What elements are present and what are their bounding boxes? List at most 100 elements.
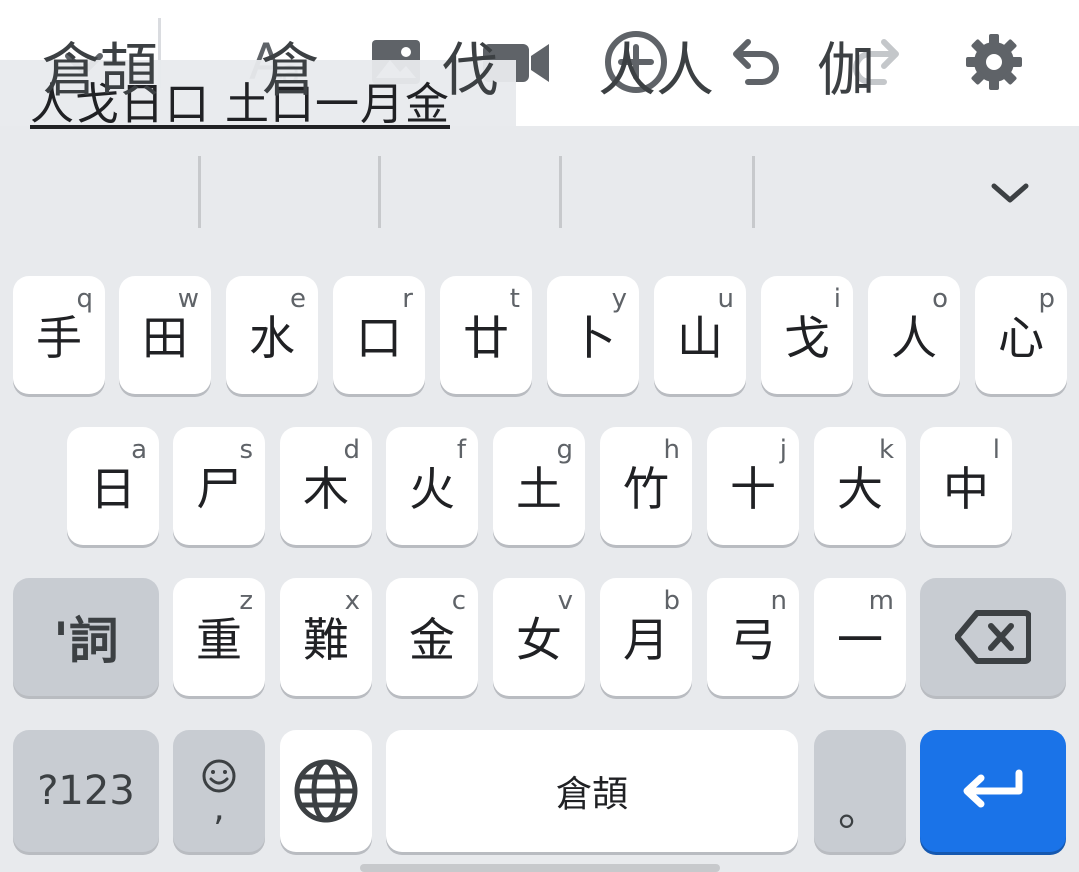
key-hint: i <box>833 284 841 314</box>
key-hint: f <box>456 435 466 465</box>
suggestion-item[interactable]: 伽 <box>786 30 906 110</box>
key-hint: y <box>611 284 627 314</box>
key-f[interactable]: 火 f <box>386 427 478 545</box>
suggestion-bar <box>0 126 1079 262</box>
key-label: 難 <box>303 613 349 667</box>
key-hint: o <box>932 284 948 314</box>
backspace-key[interactable] <box>920 578 1066 696</box>
backspace-icon <box>955 610 1031 664</box>
key-n[interactable]: 弓 n <box>707 578 799 696</box>
key-h[interactable]: 竹 h <box>600 427 692 545</box>
key-label: 女 <box>516 613 562 667</box>
key-y[interactable]: 卜 y <box>547 276 639 394</box>
key-a[interactable]: 日 a <box>67 427 159 545</box>
comma-label: , <box>213 788 225 829</box>
globe-icon <box>294 759 358 823</box>
symbols-key[interactable]: ?123 <box>13 730 159 852</box>
key-label: 尸 <box>196 462 242 516</box>
key-label: 土 <box>516 462 562 516</box>
key-label: 水 <box>249 311 295 365</box>
key-label: 火 <box>409 462 455 516</box>
key-label: 廿 <box>463 311 509 365</box>
key-hint: g <box>556 435 573 465</box>
key-hint: z <box>239 586 253 616</box>
key-hint: j <box>779 435 787 465</box>
key-label: 木 <box>303 462 349 516</box>
key-hint: m <box>868 586 894 616</box>
key-hint: s <box>239 435 253 465</box>
enter-key[interactable] <box>920 730 1066 852</box>
chevron-down-icon[interactable] <box>980 168 1040 218</box>
period-key-label: 。 <box>838 785 882 836</box>
key-o[interactable]: 人 o <box>868 276 960 394</box>
suggestion-item[interactable]: 倉 <box>230 30 350 110</box>
key-q[interactable]: 手 q <box>13 276 105 394</box>
key-hint: c <box>451 586 466 616</box>
key-m[interactable]: 一 m <box>814 578 906 696</box>
key-label: 人 <box>891 311 937 365</box>
key-r[interactable]: 口 r <box>333 276 425 394</box>
key-hint: r <box>402 284 413 314</box>
suggestion-divider <box>378 156 381 228</box>
key-k[interactable]: 大 k <box>814 427 906 545</box>
key-hint: l <box>992 435 1000 465</box>
key-u[interactable]: 山 u <box>654 276 746 394</box>
gear-icon[interactable] <box>954 22 1034 102</box>
emoji-comma-key[interactable]: , <box>173 730 265 852</box>
key-x[interactable]: 難 x <box>280 578 372 696</box>
key-label: 十 <box>730 462 776 516</box>
key-s[interactable]: 尸 s <box>173 427 265 545</box>
key-w[interactable]: 田 w <box>119 276 211 394</box>
key-label: 卜 <box>570 311 616 365</box>
suggestion-divider <box>198 156 201 228</box>
symbols-key-label: ?123 <box>37 768 135 814</box>
key-j[interactable]: 十 j <box>707 427 799 545</box>
key-label: 金 <box>409 613 455 667</box>
suggestion-divider <box>559 156 562 228</box>
key-hint: e <box>290 284 306 314</box>
key-t[interactable]: 廿 t <box>440 276 532 394</box>
key-hint: w <box>177 284 199 314</box>
period-key[interactable]: 。 <box>814 730 906 852</box>
key-hint: t <box>509 284 520 314</box>
word-key[interactable]: '詞 <box>13 578 159 696</box>
key-d[interactable]: 木 d <box>280 427 372 545</box>
undo-icon[interactable] <box>716 22 796 102</box>
key-label: 戈 <box>784 311 830 365</box>
key-label: 竹 <box>623 462 669 516</box>
key-label: 心 <box>998 311 1044 365</box>
key-label: 口 <box>356 311 402 365</box>
key-hint: x <box>344 586 360 616</box>
key-g[interactable]: 土 g <box>493 427 585 545</box>
key-hint: p <box>1038 284 1055 314</box>
language-key[interactable] <box>280 730 372 852</box>
space-key[interactable]: 倉頡 <box>386 730 798 852</box>
key-hint: h <box>663 435 680 465</box>
key-hint: q <box>76 284 93 314</box>
key-p[interactable]: 心 p <box>975 276 1067 394</box>
key-c[interactable]: 金 c <box>386 578 478 696</box>
suggestion-item[interactable]: 伐 <box>410 30 530 110</box>
key-hint: d <box>343 435 360 465</box>
suggestion-item[interactable]: 人人 <box>590 30 722 110</box>
key-label: 手 <box>36 311 82 365</box>
key-hint: a <box>131 435 147 465</box>
key-l[interactable]: 中 l <box>920 427 1012 545</box>
key-label: 大 <box>837 462 883 516</box>
key-hint: n <box>770 586 787 616</box>
word-key-label: '詞 <box>53 612 119 670</box>
enter-icon <box>963 769 1023 808</box>
key-label: 日 <box>90 462 136 516</box>
key-b[interactable]: 月 b <box>600 578 692 696</box>
key-i[interactable]: 戈 i <box>761 276 853 394</box>
key-hint: u <box>717 284 734 314</box>
suggestion-item[interactable]: 倉頡 <box>30 30 170 110</box>
suggestion-divider <box>752 156 755 228</box>
key-z[interactable]: 重 z <box>173 578 265 696</box>
key-v[interactable]: 女 v <box>493 578 585 696</box>
navigation-handle <box>360 864 720 872</box>
key-label: 中 <box>943 462 989 516</box>
key-label: 重 <box>196 613 242 667</box>
key-e[interactable]: 水 e <box>226 276 318 394</box>
key-hint: b <box>663 586 680 616</box>
